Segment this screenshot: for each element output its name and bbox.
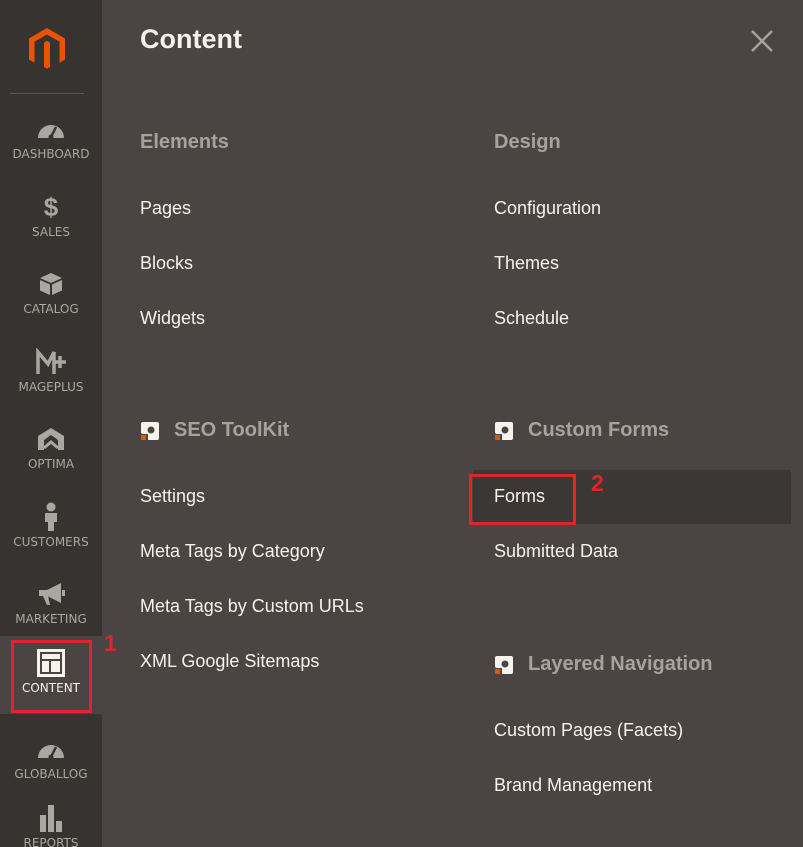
magento-logo-icon[interactable] bbox=[24, 26, 70, 72]
menu-link-schedule[interactable]: Schedule bbox=[494, 308, 569, 329]
section-title-seo-toolkit: SEO ToolKit bbox=[140, 419, 289, 442]
nav-label-reports: REPORTS bbox=[23, 836, 79, 847]
menu-link-widgets[interactable]: Widgets bbox=[140, 308, 205, 329]
megaphone-icon bbox=[36, 579, 66, 609]
person-icon bbox=[41, 502, 61, 532]
globallog-gauge-icon bbox=[36, 734, 66, 764]
amasty-icon bbox=[494, 655, 514, 675]
menu-link-submitted-data[interactable]: Submitted Data bbox=[494, 541, 618, 562]
nav-label-marketing: MARKETING bbox=[15, 612, 87, 626]
section-title-layered-navigation-label: Layered Navigation bbox=[528, 653, 713, 675]
nav-item-globallog[interactable]: GLOBALLOG bbox=[0, 726, 102, 803]
nav-label-sales: SALES bbox=[32, 225, 70, 239]
section-title-design: Design bbox=[494, 131, 561, 153]
nav-item-reports[interactable]: REPORTS bbox=[0, 797, 102, 847]
dashboard-gauge-icon bbox=[36, 114, 66, 144]
optima-icon bbox=[36, 424, 66, 454]
nav-item-catalog[interactable]: CATALOG bbox=[0, 261, 102, 338]
logo-divider bbox=[10, 93, 84, 94]
menu-link-xml-google-sitemaps[interactable]: XML Google Sitemaps bbox=[140, 651, 319, 672]
menu-link-settings[interactable]: Settings bbox=[140, 486, 205, 507]
amasty-icon bbox=[140, 421, 160, 441]
nav-label-mageplus: MAGEPLUS bbox=[18, 380, 84, 394]
menu-link-meta-tags-by-custom-urls[interactable]: Meta Tags by Custom URLs bbox=[140, 596, 364, 617]
section-title-layered-navigation: Layered Navigation bbox=[494, 653, 713, 676]
nav-item-optima[interactable]: OPTIMA bbox=[0, 416, 102, 493]
nav-label-dashboard: DASHBOARD bbox=[12, 147, 90, 161]
section-title-custom-forms-label: Custom Forms bbox=[528, 419, 670, 441]
dollar-icon: $ bbox=[43, 191, 59, 222]
nav-label-optima: OPTIMA bbox=[27, 457, 75, 471]
menu-link-pages[interactable]: Pages bbox=[140, 198, 191, 219]
page-title: Content bbox=[140, 24, 242, 54]
forms-highlight-box bbox=[469, 474, 576, 525]
nav-label-catalog: CATALOG bbox=[23, 302, 79, 316]
amasty-icon bbox=[494, 421, 514, 441]
menu-link-custom-pages-facets[interactable]: Custom Pages (Facets) bbox=[494, 720, 683, 741]
box-icon bbox=[38, 269, 64, 299]
section-title-custom-forms: Custom Forms bbox=[494, 419, 669, 442]
menu-link-blocks[interactable]: Blocks bbox=[140, 253, 193, 274]
section-title-seo-toolkit-label: SEO ToolKit bbox=[174, 419, 290, 441]
nav-label-globallog: GLOBALLOG bbox=[14, 767, 88, 781]
section-title-elements: Elements bbox=[140, 131, 229, 153]
admin-sidebar: DASHBOARD $ SALES CATALOG MAGEPLUS OPTIM… bbox=[0, 0, 102, 847]
step-marker-1: 1 bbox=[104, 630, 117, 656]
menu-link-brand-management[interactable]: Brand Management bbox=[494, 775, 652, 796]
nav-item-mageplus[interactable]: MAGEPLUS bbox=[0, 339, 102, 416]
mageplus-icon bbox=[36, 347, 66, 377]
nav-item-sales[interactable]: $ SALES bbox=[0, 184, 102, 261]
step-marker-2: 2 bbox=[591, 470, 604, 496]
bar-chart-icon bbox=[37, 803, 65, 833]
menu-link-themes[interactable]: Themes bbox=[494, 253, 559, 274]
close-icon[interactable] bbox=[748, 27, 776, 55]
content-highlight-box bbox=[11, 640, 92, 713]
nav-item-dashboard[interactable]: DASHBOARD bbox=[0, 106, 102, 183]
nav-label-customers: CUSTOMERS bbox=[13, 535, 89, 549]
menu-link-meta-tags-by-category[interactable]: Meta Tags by Category bbox=[140, 541, 325, 562]
menu-link-configuration[interactable]: Configuration bbox=[494, 198, 601, 219]
nav-item-customers[interactable]: CUSTOMERS bbox=[0, 494, 102, 571]
